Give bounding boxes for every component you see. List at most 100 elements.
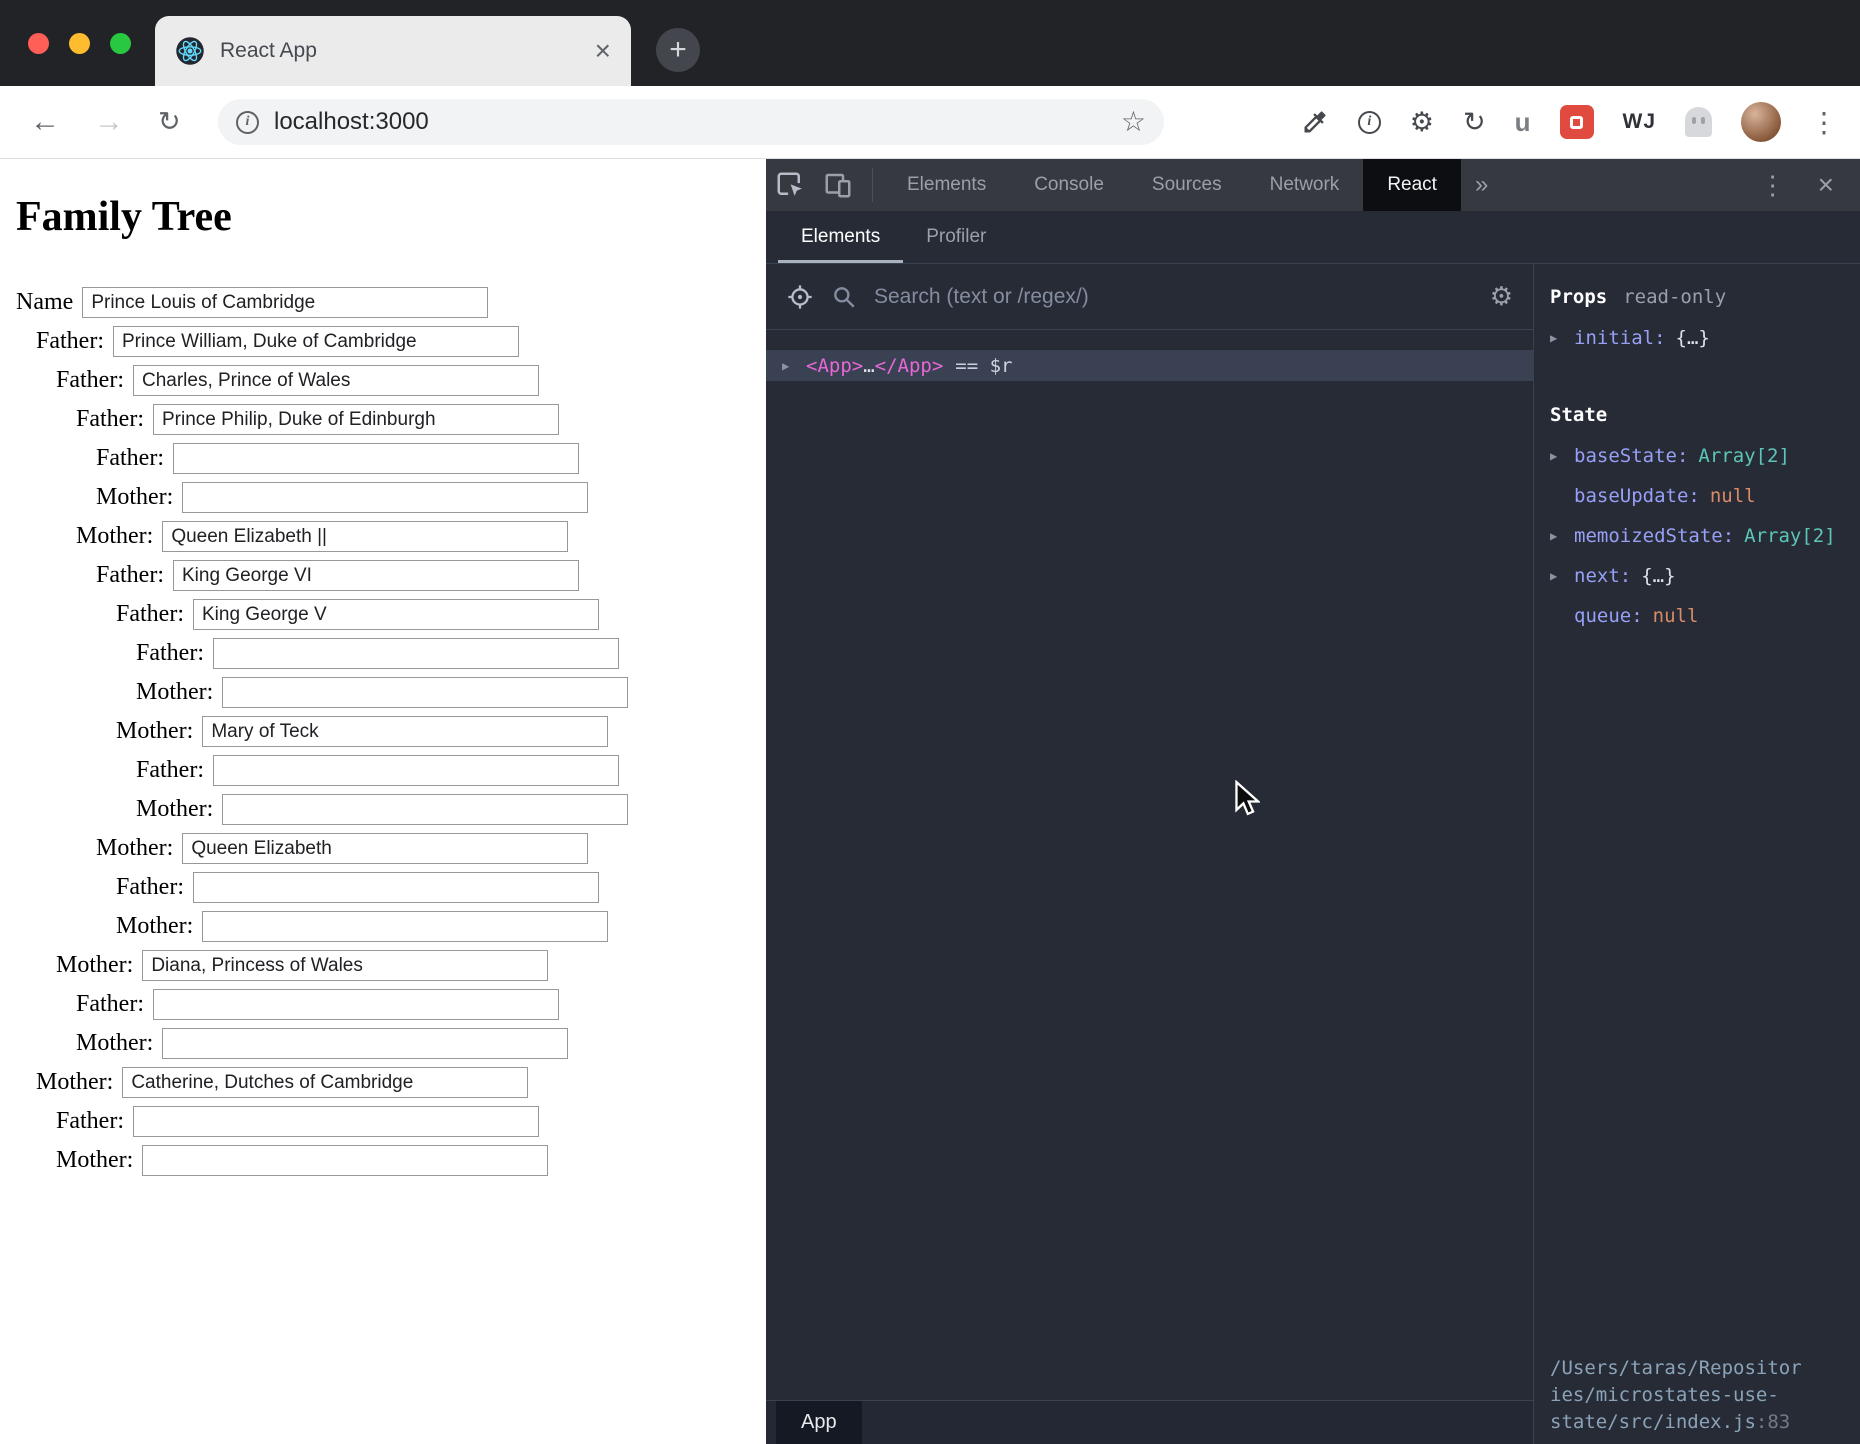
refresh-extension-icon[interactable]: ↻ bbox=[1463, 109, 1486, 136]
address-bar[interactable]: i localhost:3000 ☆ bbox=[218, 99, 1164, 145]
kv-key: memoizedState: bbox=[1574, 525, 1734, 547]
kv-value: null bbox=[1710, 485, 1756, 507]
devtools-tab-react[interactable]: React bbox=[1363, 159, 1461, 211]
field-row: Mother: bbox=[96, 833, 766, 864]
field-input[interactable] bbox=[213, 638, 619, 669]
field-input[interactable] bbox=[153, 989, 559, 1020]
field-label: Father: bbox=[56, 367, 124, 394]
kv-key: baseState: bbox=[1574, 445, 1688, 467]
reload-button[interactable]: ↻ bbox=[158, 109, 181, 136]
more-tabs-icon[interactable]: » bbox=[1461, 171, 1502, 199]
browser-tab[interactable]: React App × bbox=[155, 16, 631, 86]
field-input[interactable] bbox=[193, 599, 599, 630]
devtools-tab-sources[interactable]: Sources bbox=[1128, 159, 1246, 211]
react-tab-elements[interactable]: Elements bbox=[778, 211, 903, 263]
breadcrumb-app[interactable]: App bbox=[776, 1401, 862, 1444]
browser-menu-icon[interactable]: ⋮ bbox=[1810, 106, 1838, 139]
devtools-close-icon[interactable]: × bbox=[1818, 169, 1834, 201]
kv-row-memoizedState[interactable]: ▶memoizedState:Array[2] bbox=[1550, 516, 1860, 556]
field-input[interactable] bbox=[122, 1067, 528, 1098]
field-label: Father: bbox=[36, 328, 104, 355]
url-text[interactable]: localhost:3000 bbox=[274, 108, 1121, 136]
field-input[interactable] bbox=[222, 794, 628, 825]
component-close-tag: </App> bbox=[875, 355, 944, 377]
new-tab-button[interactable]: + bbox=[656, 28, 700, 72]
web-page: Family Tree NameFather:Father:Father:Fat… bbox=[0, 159, 766, 1444]
field-row: Mother: bbox=[136, 677, 766, 708]
props-title: Props bbox=[1550, 286, 1607, 308]
settings-extension-icon[interactable]: ⚙ bbox=[1410, 109, 1434, 136]
toolbar-divider bbox=[872, 168, 873, 202]
kv-row-initial[interactable]: ▶initial:{…} bbox=[1550, 318, 1860, 358]
field-input[interactable] bbox=[133, 1106, 539, 1137]
expand-arrow-icon[interactable]: ▶ bbox=[782, 359, 806, 373]
react-tab-profiler[interactable]: Profiler bbox=[903, 211, 1009, 263]
family-tree-form: NameFather:Father:Father:Father:Mother:M… bbox=[16, 287, 766, 1176]
field-input[interactable] bbox=[222, 677, 628, 708]
field-input[interactable] bbox=[162, 1028, 568, 1059]
field-input[interactable] bbox=[202, 911, 608, 942]
field-input[interactable] bbox=[202, 716, 608, 747]
expand-arrow-icon[interactable]: ▶ bbox=[1550, 449, 1574, 463]
tab-close-icon[interactable]: × bbox=[595, 37, 611, 65]
field-row: Father: bbox=[96, 443, 766, 474]
expand-arrow-icon[interactable]: ▶ bbox=[1550, 331, 1574, 345]
field-input[interactable] bbox=[142, 1145, 548, 1176]
wj-extension-icon[interactable]: WJ bbox=[1623, 110, 1657, 134]
devtools-tab-network[interactable]: Network bbox=[1246, 159, 1364, 211]
window-close-button[interactable] bbox=[28, 33, 49, 54]
kv-row-baseUpdate: baseUpdate:null bbox=[1550, 476, 1860, 516]
field-input[interactable] bbox=[213, 755, 619, 786]
field-row: Mother: bbox=[116, 716, 766, 747]
back-button[interactable]: ← bbox=[30, 107, 60, 137]
field-input[interactable] bbox=[182, 482, 588, 513]
field-input[interactable] bbox=[153, 404, 559, 435]
field-input[interactable] bbox=[162, 521, 568, 552]
tree-row-app[interactable]: ▶ <App> … </App> == $r bbox=[766, 350, 1533, 381]
field-label: Mother: bbox=[96, 835, 173, 862]
field-input[interactable] bbox=[193, 872, 599, 903]
kv-row-next[interactable]: ▶next:{…} bbox=[1550, 556, 1860, 596]
red-extension-icon[interactable] bbox=[1560, 105, 1594, 139]
u-extension-icon[interactable]: u bbox=[1515, 107, 1531, 138]
info-extension-icon[interactable]: i bbox=[1358, 111, 1381, 134]
ghost-extension-icon[interactable] bbox=[1685, 107, 1712, 137]
select-component-icon[interactable] bbox=[786, 283, 814, 311]
field-label: Father: bbox=[136, 640, 204, 667]
field-input[interactable] bbox=[173, 560, 579, 591]
field-label: Mother: bbox=[96, 484, 173, 511]
device-toolbar-icon[interactable] bbox=[814, 170, 862, 200]
field-label: Father: bbox=[96, 562, 164, 589]
expand-arrow-icon[interactable]: ▶ bbox=[1550, 569, 1574, 583]
bookmark-star-icon[interactable]: ☆ bbox=[1121, 108, 1146, 136]
field-label: Father: bbox=[116, 874, 184, 901]
devtools-panel: ElementsConsoleSourcesNetworkReact » ⋮ ×… bbox=[766, 159, 1860, 1444]
field-input[interactable] bbox=[173, 443, 579, 474]
kv-row-baseState[interactable]: ▶baseState:Array[2] bbox=[1550, 436, 1860, 476]
field-input[interactable] bbox=[142, 950, 548, 981]
field-row: Mother: bbox=[36, 1067, 766, 1098]
field-row: Father: bbox=[116, 599, 766, 630]
window-zoom-button[interactable] bbox=[110, 33, 131, 54]
settings-gear-icon[interactable]: ⚙ bbox=[1490, 284, 1513, 310]
field-row: Father: bbox=[56, 1106, 766, 1137]
search-input[interactable] bbox=[874, 285, 1473, 309]
source-file-path[interactable]: /Users/taras/Repositor ies/microstates-u… bbox=[1550, 1355, 1802, 1436]
source-line-number: :83 bbox=[1756, 1411, 1790, 1433]
field-input[interactable] bbox=[82, 287, 488, 318]
field-label: Father: bbox=[116, 601, 184, 628]
window-minimize-button[interactable] bbox=[69, 33, 90, 54]
profile-avatar[interactable] bbox=[1741, 102, 1781, 142]
devtools-menu-icon[interactable]: ⋮ bbox=[1760, 170, 1786, 201]
field-input[interactable] bbox=[133, 365, 539, 396]
field-input[interactable] bbox=[182, 833, 588, 864]
site-info-icon[interactable]: i bbox=[236, 111, 259, 134]
expand-arrow-icon[interactable]: ▶ bbox=[1550, 529, 1574, 543]
devtools-tab-elements[interactable]: Elements bbox=[883, 159, 1010, 211]
field-input[interactable] bbox=[113, 326, 519, 357]
eyedropper-extension-icon[interactable] bbox=[1301, 108, 1329, 136]
devtools-tab-console[interactable]: Console bbox=[1010, 159, 1128, 211]
field-row: Father: bbox=[36, 326, 766, 357]
inspect-element-icon[interactable] bbox=[766, 170, 814, 200]
field-row: Father: bbox=[116, 872, 766, 903]
